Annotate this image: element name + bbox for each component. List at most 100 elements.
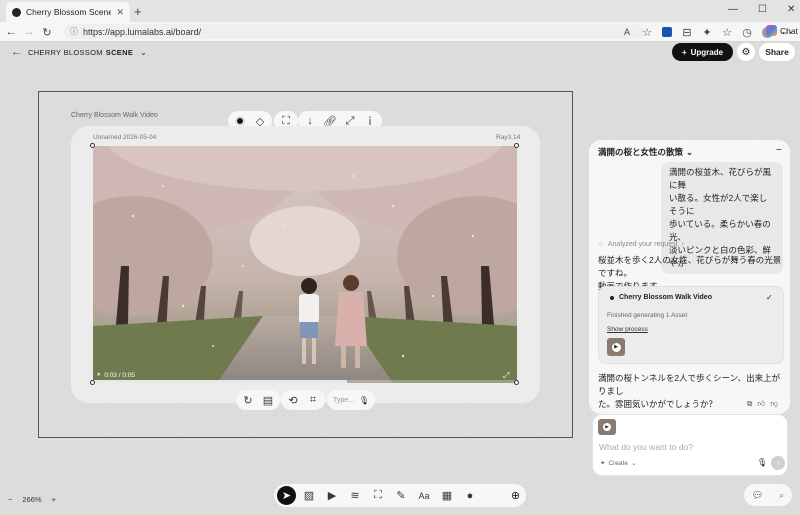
close-window-icon[interactable]: ✕: [787, 4, 795, 15]
send-button[interactable]: ↑: [771, 456, 785, 470]
rerun-icon[interactable]: ↻: [238, 390, 258, 410]
history-icon[interactable]: ◷: [740, 25, 754, 39]
nav-buttons: ← → ↻: [4, 25, 54, 39]
attached-video-thumbnail[interactable]: ▶: [598, 419, 616, 435]
minimize-icon[interactable]: —: [728, 4, 738, 15]
close-tab-icon[interactable]: ✕: [116, 7, 124, 18]
check-icon: ✓: [766, 293, 773, 302]
bottom-right-pill: 💬︎ ⌕: [744, 484, 792, 506]
player-controls: ⏸ 0:03 / 0:05: [97, 371, 135, 379]
board-title-strong: SCENE: [105, 48, 134, 57]
resize-handle-tr[interactable]: [514, 143, 519, 148]
creation-toolbar: ➤ ▨ ▶ ≋ ⛶ ✎ Aa ▦ ●: [274, 484, 526, 507]
cherry-blossom-video-frame: [93, 146, 517, 383]
copilot-icon: [766, 25, 777, 36]
mic-icon[interactable]: 🎙︎: [359, 396, 369, 405]
play-icon: ▶: [603, 423, 611, 431]
create-mode-button[interactable]: ✦ Create ⌄: [600, 459, 637, 468]
task-status: Finished generating 1 Asset: [607, 312, 688, 319]
group-title: Cherry Blossom Walk Video: [71, 112, 158, 119]
pause-icon[interactable]: ⏸: [97, 371, 100, 379]
add-icon[interactable]: ⊕: [507, 487, 524, 504]
reload-icon[interactable]: ↻: [40, 25, 54, 39]
luma-favicon-icon: [12, 7, 21, 17]
video-edit-pill: ↻ ▤: [236, 390, 280, 410]
video-icon[interactable]: ▶: [322, 486, 342, 506]
address-bar[interactable]: ⓘ https://app.lumalabs.ai/board/: [64, 24, 644, 39]
settings-gear-icon[interactable]: ⚙: [737, 43, 755, 61]
read-aloud-icon[interactable]: A: [620, 25, 634, 39]
chevron-down-icon: ⌄: [140, 48, 148, 57]
play-icon: ▶: [611, 342, 621, 352]
crop-icon[interactable]: ⌗: [303, 390, 323, 410]
board-back-button[interactable]: ←: [11, 46, 22, 58]
feedback-actions: ⧉ 👍︎ 👎︎: [747, 399, 778, 409]
modify-icon[interactable]: ⟲: [283, 390, 303, 410]
copy-icon[interactable]: ⧉: [747, 399, 752, 409]
url-text: https://app.lumalabs.ai/board/: [83, 26, 202, 37]
storyboard-icon[interactable]: ▤: [258, 390, 278, 410]
progress-fill: [93, 380, 348, 383]
sparkle-icon: ✦: [600, 460, 606, 467]
audio-icon[interactable]: ≋: [345, 486, 365, 506]
extension-icon[interactable]: [660, 25, 674, 39]
text-tool[interactable]: Aa: [414, 486, 434, 506]
analyzed-label[interactable]: ⁘ Analyzed your request ›: [598, 240, 684, 249]
plus-icon: +: [681, 47, 687, 57]
chat-title[interactable]: 満開の桜と女性の散策 ⌄: [598, 146, 693, 158]
sparkle-icon: ⁘: [598, 241, 604, 248]
board-title-prefix: CHERRY BLOSSOM: [28, 48, 103, 57]
prompt-pill[interactable]: Type... 🎙︎: [327, 390, 375, 410]
window-controls: — ☐ ✕: [728, 4, 795, 15]
split-screen-icon[interactable]: ⊟: [680, 25, 694, 39]
zoom-level[interactable]: 266%: [22, 495, 41, 504]
site-info-icon[interactable]: ⓘ: [70, 26, 78, 37]
draw-icon[interactable]: ✎: [391, 486, 411, 506]
task-thumbnail[interactable]: ▶: [607, 338, 625, 356]
extensions-puzzle-icon[interactable]: ✦: [700, 25, 714, 39]
resize-handle-tl[interactable]: [90, 143, 95, 148]
prompt-placeholder: Type...: [333, 396, 355, 404]
card-model: Ray3.14: [496, 134, 521, 141]
thumbs-up-icon[interactable]: 👍︎: [757, 399, 765, 409]
back-arrow-icon[interactable]: ←: [4, 25, 18, 39]
player-time: 0:03 / 0:05: [104, 371, 135, 379]
chat-bubble-icon[interactable]: 💬︎: [752, 490, 763, 501]
chevron-down-icon: ⌄: [686, 146, 694, 157]
bullet-icon: [610, 295, 614, 300]
search-icon[interactable]: ⌕: [779, 490, 784, 501]
collapse-panel-icon[interactable]: −: [776, 145, 782, 156]
task-header: Cherry Blossom Walk Video: [610, 294, 712, 301]
thumbs-down-icon[interactable]: 👎︎: [770, 399, 778, 409]
chevron-icon: ›: [681, 240, 684, 248]
star-icon[interactable]: ☆: [640, 25, 654, 39]
upgrade-button[interactable]: + Upgrade: [672, 43, 733, 61]
resize-handle-br[interactable]: [514, 380, 519, 385]
mic-icon[interactable]: 🎙︎: [757, 458, 767, 467]
share-button[interactable]: Share: [759, 43, 795, 61]
image-icon[interactable]: ▨: [299, 486, 319, 506]
chevron-down-icon: ⌄: [630, 460, 637, 467]
board-title[interactable]: CHERRY BLOSSOM SCENE ⌄: [28, 48, 147, 57]
favorites-icon[interactable]: ☆: [720, 25, 734, 39]
transform-pill: ⟲ ⌗: [281, 390, 325, 410]
tab-title: Cherry Blossom Scene | Luma: [26, 7, 112, 17]
resize-handle-bl[interactable]: [90, 380, 95, 385]
zoom-controls: − 266% +: [8, 495, 56, 504]
video-player[interactable]: ⏸ 0:03 / 0:05 ⤢: [93, 146, 517, 383]
frame-icon[interactable]: ⛶: [368, 486, 388, 506]
card-name: Unnamed 2026-05-04: [93, 134, 157, 141]
record-icon[interactable]: ●: [460, 486, 480, 506]
maximize-icon[interactable]: ☐: [758, 4, 767, 15]
zoom-out-button[interactable]: −: [8, 495, 12, 504]
chat-input[interactable]: What do you want to do?: [599, 442, 693, 452]
copilot-chat-button[interactable]: Chat: [766, 25, 798, 36]
new-tab-button[interactable]: +: [134, 4, 142, 19]
progress-track[interactable]: [93, 380, 517, 383]
board-icon[interactable]: ▦: [437, 486, 457, 506]
forward-arrow-icon[interactable]: →: [22, 25, 36, 39]
show-process-link[interactable]: Show process: [607, 326, 648, 333]
browser-tab[interactable]: Cherry Blossom Scene | Luma ✕: [6, 2, 130, 22]
zoom-in-button[interactable]: +: [52, 495, 56, 504]
pointer-icon[interactable]: ➤: [277, 486, 296, 505]
